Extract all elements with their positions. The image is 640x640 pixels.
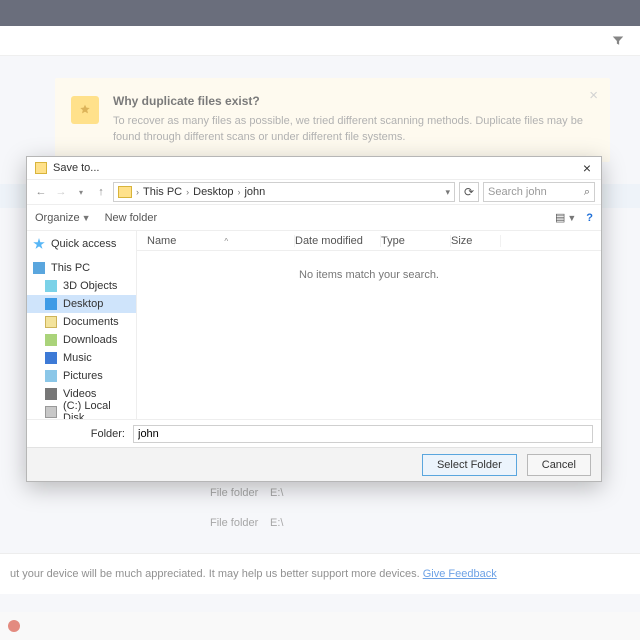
folder-name-row: Folder: [27,419,601,447]
view-menu[interactable]: ▤▼ [555,211,576,224]
search-icon: ⌕ [584,186,590,199]
background-file-rows: File folder E:\ File folder E:\ [0,478,640,538]
dialog-button-row: Select Folder Cancel [27,447,601,481]
forward-button[interactable]: → [53,184,69,200]
app-titlebar [0,0,640,26]
status-bar [0,612,640,640]
new-folder-button[interactable]: New folder [105,212,158,224]
nav-desktop[interactable]: Desktop [27,295,136,313]
dialog-titlebar: Save to... × [27,157,601,179]
folder-icon [118,186,132,198]
nav-documents[interactable]: Documents [27,313,136,331]
help-icon[interactable]: ? [586,212,593,224]
dialog-title: Save to... [53,162,99,174]
duplicate-files-notice: Why duplicate files exist? To recover as… [55,78,610,162]
feedback-bar: ut your device will be much appreciated.… [0,553,640,594]
give-feedback-link[interactable]: Give Feedback [423,568,497,580]
column-headers[interactable]: Name^ Date modified Type Size [137,231,601,251]
empty-message: No items match your search. [137,251,601,281]
filter-bar [0,26,640,56]
status-error-icon [8,620,20,632]
nav-quick-access[interactable]: Quick access [27,235,136,253]
select-folder-button[interactable]: Select Folder [422,454,517,476]
folder-star-icon [71,96,99,124]
nav-downloads[interactable]: Downloads [27,331,136,349]
nav-music[interactable]: Music [27,349,136,367]
dialog-nav-row: ← → ▾ ↑ › This PC› Desktop› john ▾ ⟳ Sea… [27,179,601,205]
nav-local-disk-c[interactable]: (C:) Local Disk [27,403,136,419]
dialog-close-button[interactable]: × [579,160,595,176]
nav-pictures[interactable]: Pictures [27,367,136,385]
notice-title: Why duplicate files exist? [113,94,586,108]
folder-input[interactable] [133,425,593,443]
cancel-button[interactable]: Cancel [527,454,591,476]
nav-tree: Quick access This PC 3D Objects Desktop … [27,231,137,419]
save-to-dialog: Save to... × ← → ▾ ↑ › This PC› Desktop›… [26,156,602,482]
notice-text: To recover as many files as possible, we… [113,114,586,146]
table-row: File folder E:\ [0,478,640,508]
file-list: Name^ Date modified Type Size No items m… [137,231,601,419]
folder-label: Folder: [35,428,125,440]
search-input[interactable]: Search john ⌕ [483,182,595,202]
nav-3d-objects[interactable]: 3D Objects [27,277,136,295]
organize-menu[interactable]: Organize▼ [35,212,91,224]
recent-button[interactable]: ▾ [73,184,89,200]
breadcrumb[interactable]: › This PC› Desktop› john ▾ [113,182,455,202]
up-button[interactable]: ↑ [93,184,109,200]
dialog-toolbar: Organize▼ New folder ▤▼ ? [27,205,601,231]
refresh-button[interactable]: ⟳ [459,182,479,202]
close-icon[interactable]: × [589,88,598,103]
back-button[interactable]: ← [33,184,49,200]
filter-icon[interactable] [612,35,624,47]
table-row: File folder E:\ [0,508,640,538]
folder-icon [35,162,47,174]
nav-this-pc[interactable]: This PC [27,259,136,277]
